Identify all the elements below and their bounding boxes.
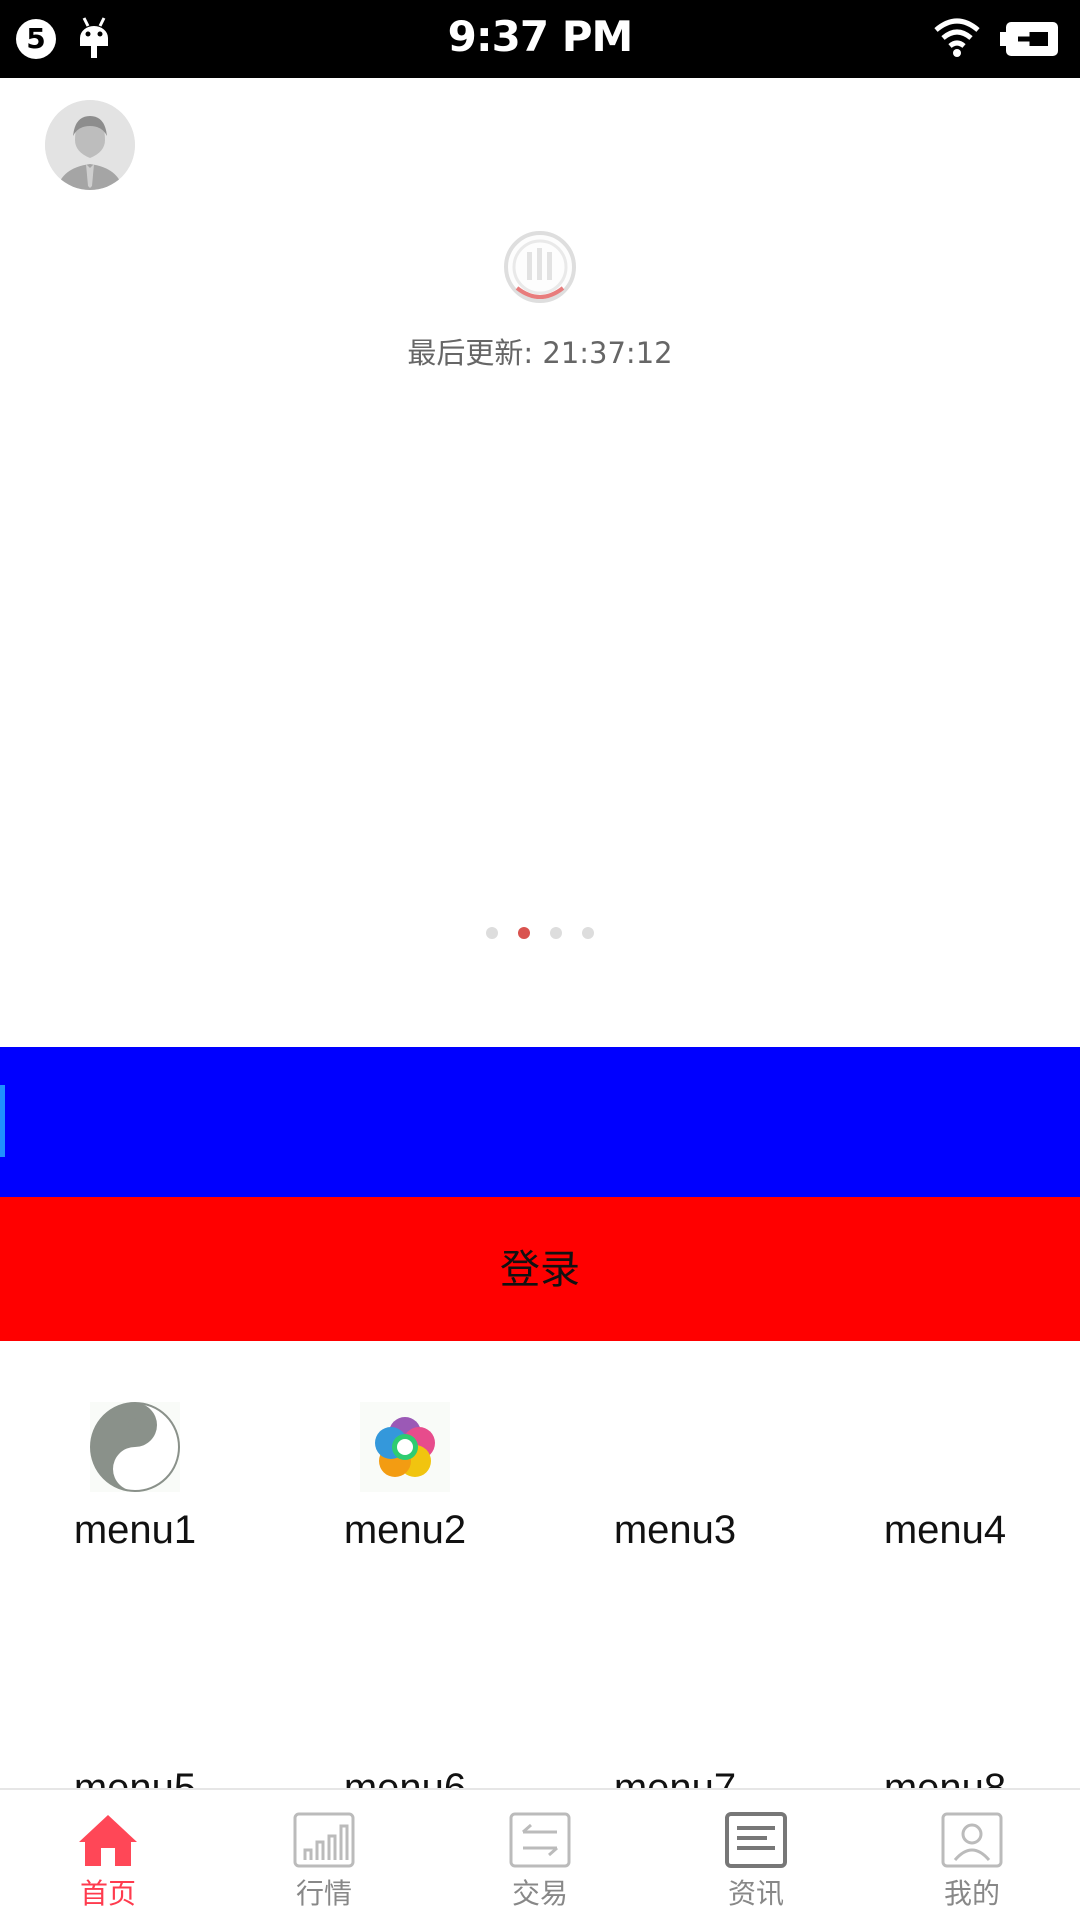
battery-charging-icon: [1000, 22, 1058, 56]
avatar[interactable]: [45, 100, 135, 190]
menu-item-2[interactable]: menu2: [270, 1402, 540, 1553]
colorful-swirl-icon: [360, 1402, 450, 1492]
menu-item-4[interactable]: menu4: [810, 1402, 1080, 1553]
news-icon: [725, 1812, 787, 1868]
nav-item-trade[interactable]: 交易: [432, 1790, 648, 1922]
chart-icon: [293, 1812, 355, 1868]
text-cursor: [0, 1085, 5, 1157]
menu-item-3[interactable]: menu3: [540, 1402, 810, 1553]
yin-yang-icon: [90, 1402, 180, 1492]
nav-label: 首页: [79, 1877, 136, 1910]
brand-logo-icon: [504, 231, 576, 303]
exchange-icon: [509, 1812, 571, 1868]
last-update-text: 最后更新: 21:37:12: [407, 336, 673, 370]
menu-item-1[interactable]: menu1: [0, 1402, 270, 1553]
nav-label: 行情: [295, 1877, 352, 1910]
login-button[interactable]: 登录: [0, 1197, 1080, 1341]
menu3-icon: [630, 1402, 720, 1492]
menu4-icon: [900, 1402, 990, 1492]
nav-label: 资讯: [727, 1877, 784, 1910]
nav-item-news[interactable]: 资讯: [648, 1790, 864, 1922]
carousel-dot[interactable]: [486, 927, 498, 939]
carousel-dot[interactable]: [550, 927, 562, 939]
nav-item-profile[interactable]: 我的: [864, 1790, 1080, 1922]
user-avatar-icon: [45, 100, 135, 190]
nav-label: 交易: [511, 1877, 568, 1910]
menu-label: menu4: [883, 1508, 1007, 1552]
nav-item-market[interactable]: 行情: [216, 1790, 432, 1922]
menu-label: menu2: [343, 1508, 467, 1552]
carousel-dot-active[interactable]: [518, 927, 530, 939]
nav-label: 我的: [943, 1877, 1000, 1910]
menu-label: menu3: [613, 1508, 737, 1552]
bottom-nav: 首页 行情 交易 资讯 我的: [0, 1788, 1080, 1922]
nav-item-home[interactable]: 首页: [0, 1790, 216, 1922]
status-bar: 5 9:37 PM: [0, 0, 1080, 78]
carousel-dot[interactable]: [582, 927, 594, 939]
status-time: 9:37 PM: [447, 12, 634, 61]
carousel-indicator: [0, 927, 1080, 939]
home-icon: [79, 1815, 137, 1866]
wifi-icon: [934, 18, 980, 57]
menu-label: menu1: [73, 1508, 197, 1552]
profile-icon: [941, 1812, 1003, 1868]
blue-input-bar[interactable]: [0, 1047, 1080, 1197]
